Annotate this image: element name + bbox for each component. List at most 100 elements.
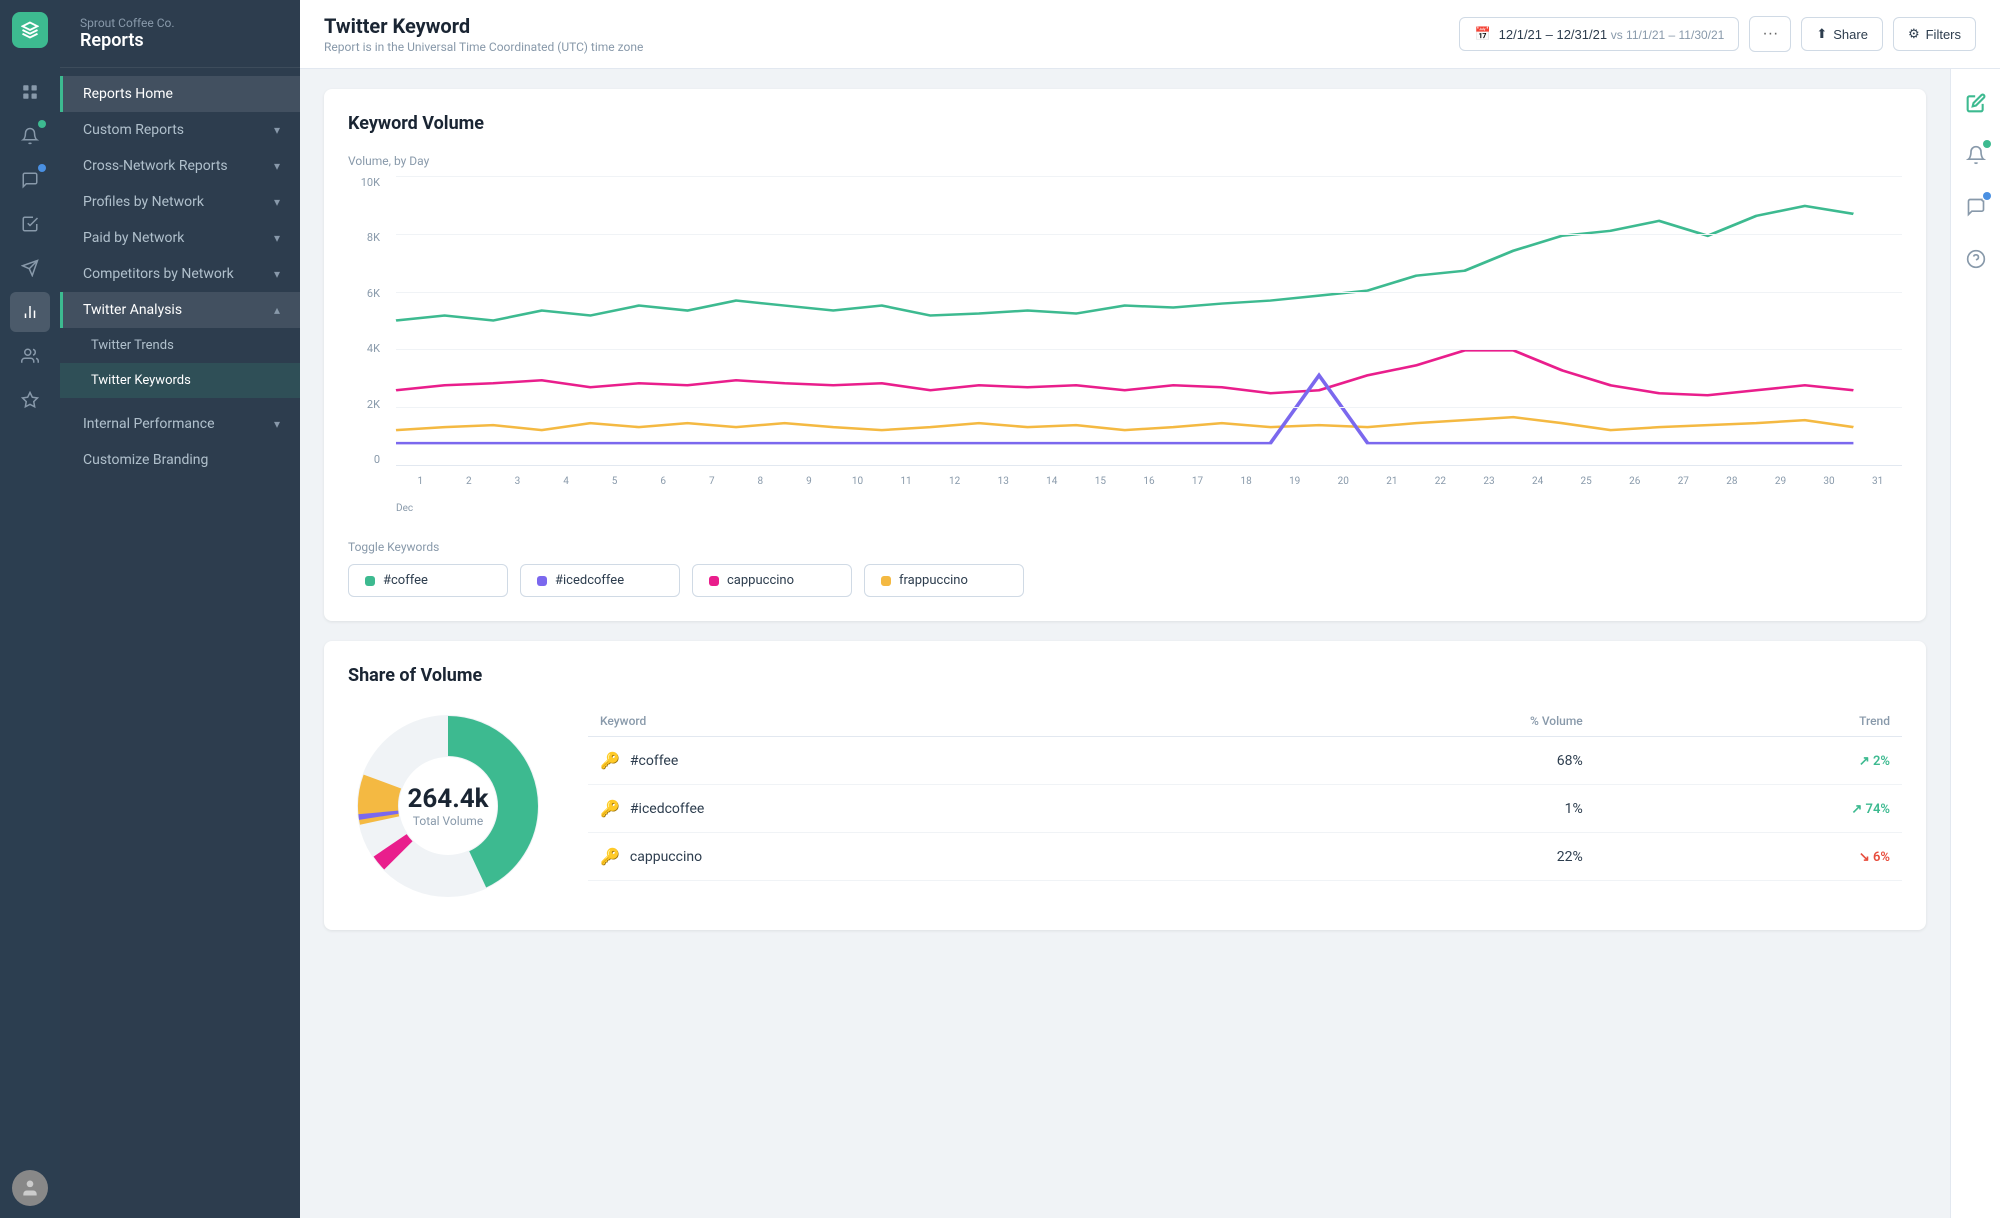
share-label: Share (1833, 27, 1868, 42)
share-icon: ⬆ (1816, 26, 1827, 42)
nav-icon-home[interactable] (10, 72, 50, 112)
keyword-label-frappuccino: frappuccino (899, 573, 968, 588)
sidebar-item-twitter-analysis[interactable]: Twitter Analysis ▴ (60, 292, 300, 328)
app-logo[interactable] (12, 12, 48, 48)
nav-icon-manage[interactable] (10, 336, 50, 376)
filters-label: Filters (1926, 27, 1961, 42)
x-label-1: 1 (396, 476, 445, 487)
x-label-25: 25 (1562, 476, 1611, 487)
table-cell-pct-coffee: 68% (1218, 737, 1595, 785)
grid-line-2k (396, 407, 1902, 408)
keyword-key-icon-icedcoffee: 🔑 (600, 799, 620, 818)
keyword-tag-coffee[interactable]: #coffee (348, 564, 508, 597)
x-label-11: 11 (882, 476, 931, 487)
date-range-button[interactable]: 📅 12/1/21 – 12/31/21 vs 11/1/21 – 11/30/… (1459, 17, 1739, 51)
x-label-17: 17 (1173, 476, 1222, 487)
y-label-0: 0 (374, 453, 380, 466)
sidebar-item-reports-home[interactable]: Reports Home (60, 76, 300, 112)
x-label-19: 19 (1270, 476, 1319, 487)
x-label-27: 27 (1659, 476, 1708, 487)
trend-value-cappuccino: ↘ 6% (1859, 850, 1890, 865)
keyword-tag-frappuccino[interactable]: frappuccino (864, 564, 1024, 597)
share-of-volume-card: Share of Volume (324, 641, 1926, 930)
sidebar-item-custom-reports[interactable]: Custom Reports ▾ (60, 112, 300, 148)
table-cell-pct-cappuccino: 22% (1218, 833, 1595, 881)
topbar-actions: 📅 12/1/21 – 12/31/21 vs 11/1/21 – 11/30/… (1459, 16, 1976, 52)
keyword-label-coffee: #coffee (383, 573, 428, 588)
grid-line-6k (396, 292, 1902, 293)
right-rail-notifications[interactable] (1958, 137, 1994, 173)
col-header-keyword: Keyword (588, 706, 1218, 737)
sidebar-item-twitter-trends[interactable]: Twitter Trends (60, 328, 300, 363)
keyword-label-icedcoffee: #icedcoffee (555, 573, 624, 588)
keyword-volume-title: Keyword Volume (348, 113, 1902, 134)
grid-line-4k (396, 349, 1902, 350)
x-label-18: 18 (1222, 476, 1271, 487)
sidebar-item-competitors[interactable]: Competitors by Network ▾ (60, 256, 300, 292)
app-name: Reports (80, 30, 280, 51)
keyword-dot-icedcoffee (537, 576, 547, 586)
report-title: Twitter Keyword (324, 14, 643, 38)
x-label-20: 20 (1319, 476, 1368, 487)
keyword-tag-icedcoffee[interactable]: #icedcoffee (520, 564, 680, 597)
nav-icon-publish[interactable] (10, 248, 50, 288)
total-volume-number: 264.4k (407, 784, 488, 814)
filters-button[interactable]: ⚙ Filters (1893, 17, 1976, 51)
keyword-tag-cappuccino[interactable]: cappuccino (692, 564, 852, 597)
x-label-28: 28 (1708, 476, 1757, 487)
date-range-text: 12/1/21 – 12/31/21 vs 11/1/21 – 11/30/21 (1499, 27, 1725, 42)
sidebar-label-internal-performance: Internal Performance (83, 416, 215, 432)
share-volume-title: Share of Volume (348, 665, 1902, 686)
trend-value-icedcoffee: ↗ 74% (1851, 802, 1890, 817)
table-cell-keyword-cappuccino: 🔑 cappuccino (588, 833, 1218, 881)
sidebar-label-reports-home: Reports Home (83, 86, 173, 102)
share-container: 264.4k Total Volume Keyword % Volume (348, 706, 1902, 906)
user-avatar-rail[interactable] (12, 1170, 48, 1206)
nav-icon-tasks[interactable] (10, 204, 50, 244)
x-label-31: 31 (1853, 476, 1902, 487)
x-label-3: 3 (493, 476, 542, 487)
y-label-10k: 10K (361, 176, 380, 189)
nav-icon-reports[interactable] (10, 292, 50, 332)
sidebar-label-cross-network: Cross-Network Reports (83, 158, 228, 174)
keyword-dot-cappuccino (709, 576, 719, 586)
right-rail-help[interactable] (1958, 241, 1994, 277)
more-options-button[interactable]: ··· (1749, 16, 1791, 52)
sidebar-nav: Reports Home Custom Reports ▾ Cross-Netw… (60, 68, 300, 486)
table-cell-keyword-coffee: 🔑 #coffee (588, 737, 1218, 785)
x-label-10: 10 (833, 476, 882, 487)
chevron-twitter-analysis: ▴ (274, 303, 280, 317)
sidebar-item-twitter-keywords[interactable]: Twitter Keywords (60, 363, 300, 398)
notification-badge (1983, 140, 1991, 148)
chevron-internal: ▾ (274, 417, 280, 431)
y-label-6k: 6K (367, 287, 380, 300)
nav-icon-messages[interactable] (10, 160, 50, 200)
table-row: 🔑 #coffee 68% ↗ 2% (588, 737, 1902, 785)
donut-container: 264.4k Total Volume (348, 706, 548, 906)
y-label-8k: 8K (367, 231, 380, 244)
content-area: Keyword Volume Volume, by Day 10K 8K 6K … (300, 69, 1950, 1218)
sidebar-item-paid-by-network[interactable]: Paid by Network ▾ (60, 220, 300, 256)
x-label-4: 4 (542, 476, 591, 487)
x-label-13: 13 (979, 476, 1028, 487)
sidebar-item-internal-performance[interactable]: Internal Performance ▾ (60, 406, 300, 442)
nav-icon-star[interactable] (10, 380, 50, 420)
x-month-label: Dec (396, 503, 413, 514)
share-button[interactable]: ⬆ Share (1801, 17, 1883, 51)
sidebar-item-customize-branding[interactable]: Customize Branding (60, 442, 300, 478)
y-label-2k: 2K (367, 398, 380, 411)
x-label-2: 2 (445, 476, 494, 487)
table-cell-pct-icedcoffee: 1% (1218, 785, 1595, 833)
line-chart-svg (396, 176, 1902, 465)
table-row: 🔑 #icedcoffee 1% ↗ 74% (588, 785, 1902, 833)
x-label-15: 15 (1076, 476, 1125, 487)
x-label-24: 24 (1513, 476, 1562, 487)
nav-icon-notifications[interactable] (10, 116, 50, 156)
grid-line-10k (396, 176, 1902, 177)
company-name: Sprout Coffee Co. (80, 16, 280, 30)
right-rail-chat[interactable] (1958, 189, 1994, 225)
right-rail-compose[interactable] (1958, 85, 1994, 121)
chart-y-axis-label: Volume, by Day (348, 154, 1902, 168)
sidebar-item-profiles-by-network[interactable]: Profiles by Network ▾ (60, 184, 300, 220)
sidebar-item-cross-network[interactable]: Cross-Network Reports ▾ (60, 148, 300, 184)
